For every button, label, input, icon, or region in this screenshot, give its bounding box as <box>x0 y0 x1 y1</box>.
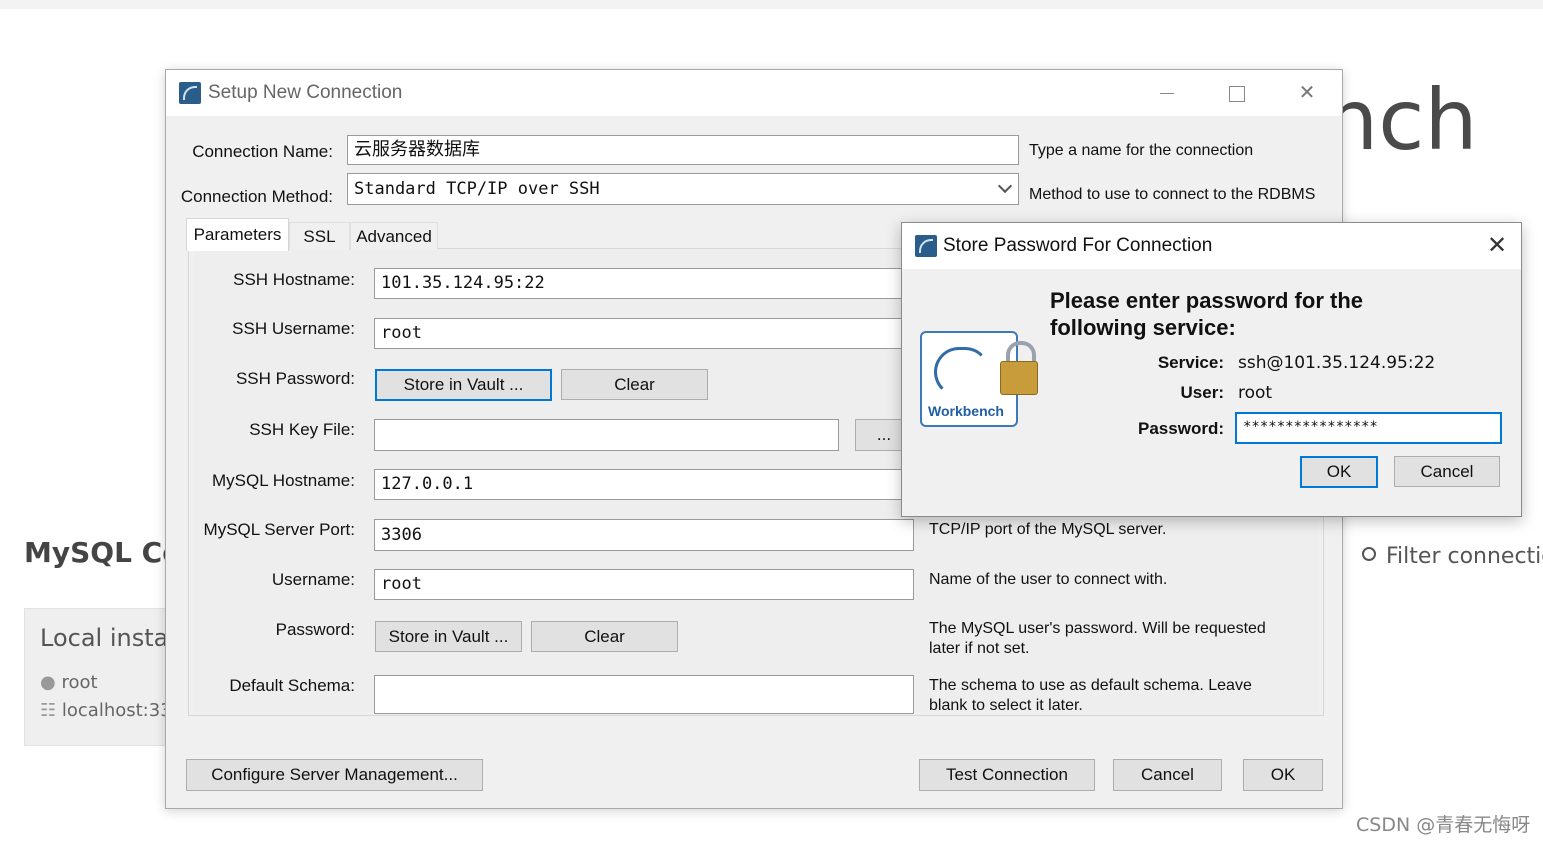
ssh-store-in-vault-button[interactable]: Store in Vault ... <box>375 369 552 401</box>
top-strip <box>0 0 1543 9</box>
connection-method-hint: Method to use to connect to the RDBMS <box>1029 186 1316 203</box>
configure-server-management-button[interactable]: Configure Server Management... <box>186 759 483 791</box>
close-icon: ✕ <box>1486 232 1508 259</box>
service-label: Service: <box>1157 353 1224 372</box>
close-button[interactable]: ✕ <box>1272 70 1342 116</box>
mysql-port-label: MySQL Server Port: <box>203 520 355 539</box>
store-password-dialog: Store Password For Connection ✕ Workbenc… <box>901 222 1522 517</box>
password-dialog-heading-line2: following service: <box>1050 315 1236 340</box>
password-input[interactable]: **************** <box>1235 412 1502 444</box>
default-schema-hint-line1: The schema to use as default schema. Lea… <box>929 677 1252 694</box>
tab-advanced[interactable]: Advanced <box>350 222 438 250</box>
password-hint: The MySQL user's password. Will be reque… <box>929 619 1266 659</box>
workbench-wordmark: nch <box>1325 71 1478 169</box>
filter-connections-label: Filter connectio <box>1386 544 1543 569</box>
connection-name-input[interactable]: 云服务器数据库 <box>347 135 1019 165</box>
mysql-hostname-label: MySQL Hostname: <box>212 471 355 490</box>
connection-name-hint: Type a name for the connection <box>1029 142 1254 159</box>
connection-method-value: Standard TCP/IP over SSH <box>354 179 600 199</box>
ok-button[interactable]: OK <box>1243 759 1323 791</box>
dolphin-icon <box>934 347 990 397</box>
user-label: User: <box>1180 383 1224 402</box>
service-value: ssh@101.35.124.95:22 <box>1238 353 1436 373</box>
connection-tile-user: ● root <box>40 672 98 693</box>
dialog-titlebar: Setup New Connection ✕ <box>166 70 1342 116</box>
default-schema-hint: The schema to use as default schema. Lea… <box>929 676 1252 716</box>
filter-connections[interactable]: Filter connectio <box>1362 544 1543 569</box>
search-icon <box>1362 547 1376 561</box>
ssh-clear-password-button[interactable]: Clear <box>561 369 708 400</box>
mysql-hostname-input[interactable]: 127.0.0.1 <box>374 469 914 500</box>
password-label: Password: <box>1138 419 1224 438</box>
password-dialog-heading: Please enter password for the following … <box>1050 287 1490 341</box>
connection-tile-title: Local instar <box>40 624 179 652</box>
ssh-hostname-label: SSH Hostname: <box>233 270 355 289</box>
maximize-button[interactable] <box>1202 70 1272 116</box>
password-dialog-heading-line1: Please enter password for the <box>1050 288 1363 313</box>
connections-heading: MySQL Co <box>24 536 182 569</box>
ssh-username-label: SSH Username: <box>232 319 355 338</box>
lock-icon <box>1000 361 1038 395</box>
default-schema-label: Default Schema: <box>229 676 355 695</box>
store-in-vault-button[interactable]: Store in Vault ... <box>375 621 522 652</box>
ssh-username-input[interactable]: root <box>374 318 914 349</box>
chevron-down-icon <box>997 178 1013 194</box>
default-schema-hint-line2: blank to select it later. <box>929 697 1083 714</box>
username-hint: Name of the user to connect with. <box>929 571 1168 588</box>
tab-parameters[interactable]: Parameters <box>186 218 289 251</box>
password-hint-line2: later if not set. <box>929 640 1030 657</box>
mysql-workbench-icon <box>915 235 937 257</box>
username-input[interactable]: root <box>374 569 914 600</box>
password-hint-line1: The MySQL user's password. Will be reque… <box>929 620 1266 637</box>
cancel-button[interactable]: Cancel <box>1113 759 1222 791</box>
minimize-button[interactable] <box>1132 70 1202 116</box>
password-ok-button[interactable]: OK <box>1300 456 1378 488</box>
connection-name-label: Connection Name: <box>192 142 333 161</box>
tab-ssl[interactable]: SSL <box>289 222 350 250</box>
password-dialog-title: Store Password For Connection <box>943 235 1213 256</box>
workbench-logo-text: Workbench <box>928 403 1004 419</box>
password-dialog-titlebar: Store Password For Connection ✕ <box>902 223 1521 269</box>
user-value: root <box>1238 383 1273 403</box>
close-icon: ✕ <box>1298 82 1316 104</box>
connection-method-select[interactable]: Standard TCP/IP over SSH <box>347 173 1019 205</box>
connection-tile-host: ☷ localhost:33 <box>40 700 172 721</box>
watermark: CSDN @青春无悔呀 <box>1356 814 1531 836</box>
minimize-icon <box>1160 93 1174 95</box>
maximize-icon <box>1229 85 1245 102</box>
dialog-title: Setup New Connection <box>208 82 403 103</box>
mysql-port-hint: TCP/IP port of the MySQL server. <box>929 521 1167 538</box>
ssh-key-file-label: SSH Key File: <box>249 420 355 439</box>
username-label: Username: <box>271 570 355 589</box>
test-connection-button[interactable]: Test Connection <box>919 759 1095 791</box>
password-label: Password: <box>275 620 355 639</box>
password-cancel-button[interactable]: Cancel <box>1394 456 1500 487</box>
network-icon: ☷ <box>40 700 57 721</box>
clear-password-button[interactable]: Clear <box>531 621 678 652</box>
ssh-key-file-input[interactable] <box>374 419 839 451</box>
default-schema-input[interactable] <box>374 675 914 714</box>
ssh-hostname-input[interactable]: 101.35.124.95:22 <box>374 268 914 299</box>
ssh-password-label: SSH Password: <box>235 369 355 388</box>
user-icon: ● <box>40 672 56 693</box>
mysql-port-input[interactable]: 3306 <box>374 519 914 551</box>
password-dialog-close-button[interactable]: ✕ <box>1474 223 1520 269</box>
connection-method-label: Connection Method: <box>180 187 333 206</box>
connection-tile-host-text: localhost:33 <box>61 700 172 721</box>
connection-tile-user-text: root <box>61 672 98 693</box>
mysql-workbench-icon <box>179 82 201 104</box>
